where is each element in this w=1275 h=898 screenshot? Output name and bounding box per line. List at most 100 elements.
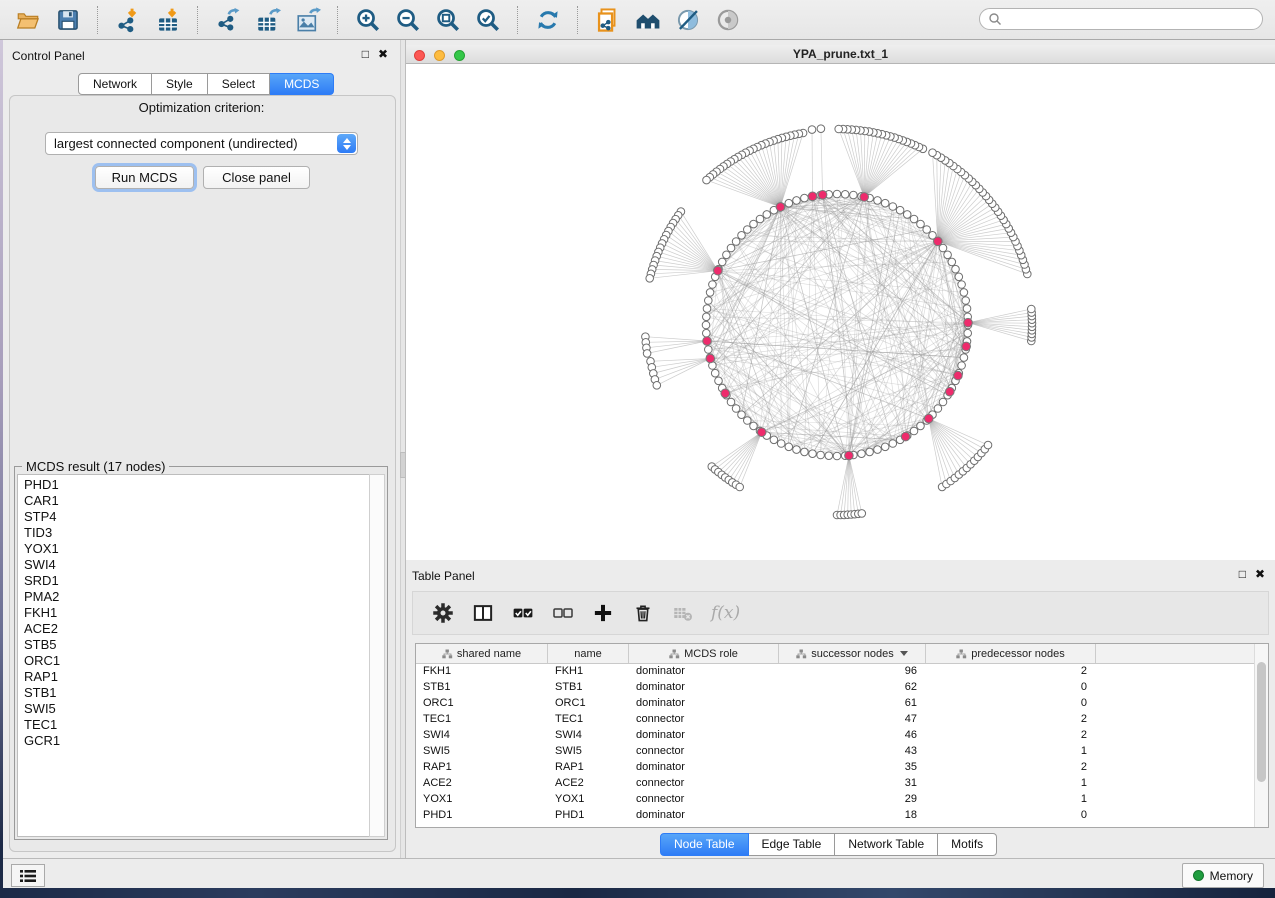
graph-node[interactable]: [703, 313, 711, 321]
table-cell[interactable]: 0: [926, 695, 1096, 711]
graph-node[interactable]: [963, 305, 971, 313]
table-cell[interactable]: 2: [926, 727, 1096, 743]
graph-node[interactable]: [881, 443, 889, 451]
mcds-result-list[interactable]: PHD1CAR1STP4TID3YOX1SWI4SRD1PMA2FKH1ACE2…: [17, 474, 371, 837]
table-cell[interactable]: dominator: [629, 663, 779, 679]
mcds-node[interactable]: [860, 193, 869, 202]
graph-node[interactable]: [653, 382, 661, 390]
table-row[interactable]: SWI4SWI4dominator462: [416, 727, 1255, 743]
table-row[interactable]: STB1STB1dominator620: [416, 679, 1255, 695]
graph-node[interactable]: [960, 354, 968, 362]
delete-table-icon[interactable]: [671, 601, 695, 625]
table-cell[interactable]: TEC1: [548, 711, 629, 727]
table-scrollbar[interactable]: [1254, 644, 1268, 827]
mcds-node-item[interactable]: SRD1: [24, 573, 370, 589]
show-panels-button[interactable]: [11, 864, 45, 887]
table-cell[interactable]: STB1: [548, 679, 629, 695]
table-cell[interactable]: 47: [779, 711, 926, 727]
graph-node[interactable]: [809, 450, 817, 458]
save-session-icon[interactable]: [53, 6, 83, 34]
table-cell[interactable]: dominator: [629, 679, 779, 695]
graph-node[interactable]: [817, 451, 825, 459]
export-table-icon[interactable]: [253, 6, 283, 34]
split-panel-icon[interactable]: [471, 601, 495, 625]
table-row[interactable]: RAP1RAP1dominator352: [416, 759, 1255, 775]
table-cell[interactable]: SWI5: [548, 743, 629, 759]
mcds-node-item[interactable]: TEC1: [24, 717, 370, 733]
table-cell[interactable]: connector: [629, 791, 779, 807]
graph-node[interactable]: [750, 422, 758, 430]
graph-node[interactable]: [833, 190, 841, 198]
import-table-icon[interactable]: [153, 6, 183, 34]
table-cell[interactable]: 35: [779, 759, 926, 775]
graph-node[interactable]: [711, 369, 719, 377]
graph-node[interactable]: [756, 215, 764, 223]
zoom-selected-icon[interactable]: [473, 6, 503, 34]
show-graphics-details-icon[interactable]: [713, 6, 743, 34]
table-cell[interactable]: connector: [629, 775, 779, 791]
graph-node[interactable]: [643, 350, 651, 358]
graph-node[interactable]: [706, 289, 714, 297]
table-cell[interactable]: STB1: [416, 679, 548, 695]
graph-node[interactable]: [866, 448, 874, 456]
mcds-node[interactable]: [721, 389, 730, 398]
mcds-node-item[interactable]: YOX1: [24, 541, 370, 557]
views-home-icon[interactable]: [633, 6, 663, 34]
graph-node[interactable]: [825, 452, 833, 460]
graph-node[interactable]: [718, 258, 726, 266]
table-body[interactable]: FKH1FKH1dominator962STB1STB1dominator620…: [416, 663, 1255, 827]
column-header-shared-name[interactable]: shared name: [416, 644, 548, 663]
network-canvas[interactable]: [406, 64, 1275, 560]
graph-node[interactable]: [850, 191, 858, 199]
graph-node[interactable]: [702, 321, 710, 329]
tab-style[interactable]: Style: [152, 73, 208, 95]
graph-node[interactable]: [801, 448, 809, 456]
column-header-MCDS-role[interactable]: MCDS role: [629, 644, 779, 663]
table-cell[interactable]: dominator: [629, 727, 779, 743]
mcds-node-item[interactable]: SWI4: [24, 557, 370, 573]
float-panel-icon[interactable]: □: [1239, 568, 1246, 580]
table-cell[interactable]: 29: [779, 791, 926, 807]
network-window-titlebar[interactable]: YPA_prune.txt_1: [406, 45, 1275, 64]
table-cell[interactable]: ACE2: [548, 775, 629, 791]
graph-node[interactable]: [763, 211, 771, 219]
graph-node[interactable]: [958, 281, 966, 289]
table-cell[interactable]: 2: [926, 663, 1096, 679]
graph-node[interactable]: [923, 226, 931, 234]
graph-node[interactable]: [833, 452, 841, 460]
graph-node[interactable]: [958, 362, 966, 370]
hide-graphics-details-icon[interactable]: [673, 6, 703, 34]
apply-layout-icon[interactable]: [533, 6, 563, 34]
tab-network-table[interactable]: Network Table: [835, 833, 938, 856]
graph-node[interactable]: [727, 398, 735, 406]
graph-node[interactable]: [705, 346, 713, 354]
graph-node[interactable]: [750, 220, 758, 228]
graph-node[interactable]: [770, 436, 778, 444]
table-cell[interactable]: SWI4: [548, 727, 629, 743]
graph-node[interactable]: [785, 443, 793, 451]
deselect-all-icon[interactable]: [551, 601, 575, 625]
mcds-node[interactable]: [818, 191, 827, 200]
graph-node[interactable]: [703, 305, 711, 313]
column-header-successor-nodes[interactable]: successor nodes: [779, 644, 926, 663]
mcds-node[interactable]: [934, 237, 943, 246]
close-panel-icon[interactable]: ✖: [1255, 568, 1265, 580]
table-cell[interactable]: 61: [779, 695, 926, 711]
mcds-node[interactable]: [964, 318, 973, 327]
table-cell[interactable]: YOX1: [548, 791, 629, 807]
graph-node[interactable]: [703, 329, 711, 337]
tab-network[interactable]: Network: [78, 73, 152, 95]
column-header-name[interactable]: name: [548, 644, 629, 663]
graph-node[interactable]: [944, 251, 952, 259]
graph-node[interactable]: [646, 275, 654, 283]
table-cell[interactable]: 31: [779, 775, 926, 791]
zoom-fit-icon[interactable]: [433, 6, 463, 34]
graph-node[interactable]: [889, 203, 897, 211]
graph-node[interactable]: [793, 446, 801, 454]
table-mode-icon[interactable]: [431, 601, 455, 625]
graph-node[interactable]: [738, 232, 746, 240]
table-cell[interactable]: PHD1: [416, 807, 548, 823]
table-cell[interactable]: ORC1: [416, 695, 548, 711]
graph-node[interactable]: [801, 194, 809, 202]
table-cell[interactable]: 2: [926, 711, 1096, 727]
